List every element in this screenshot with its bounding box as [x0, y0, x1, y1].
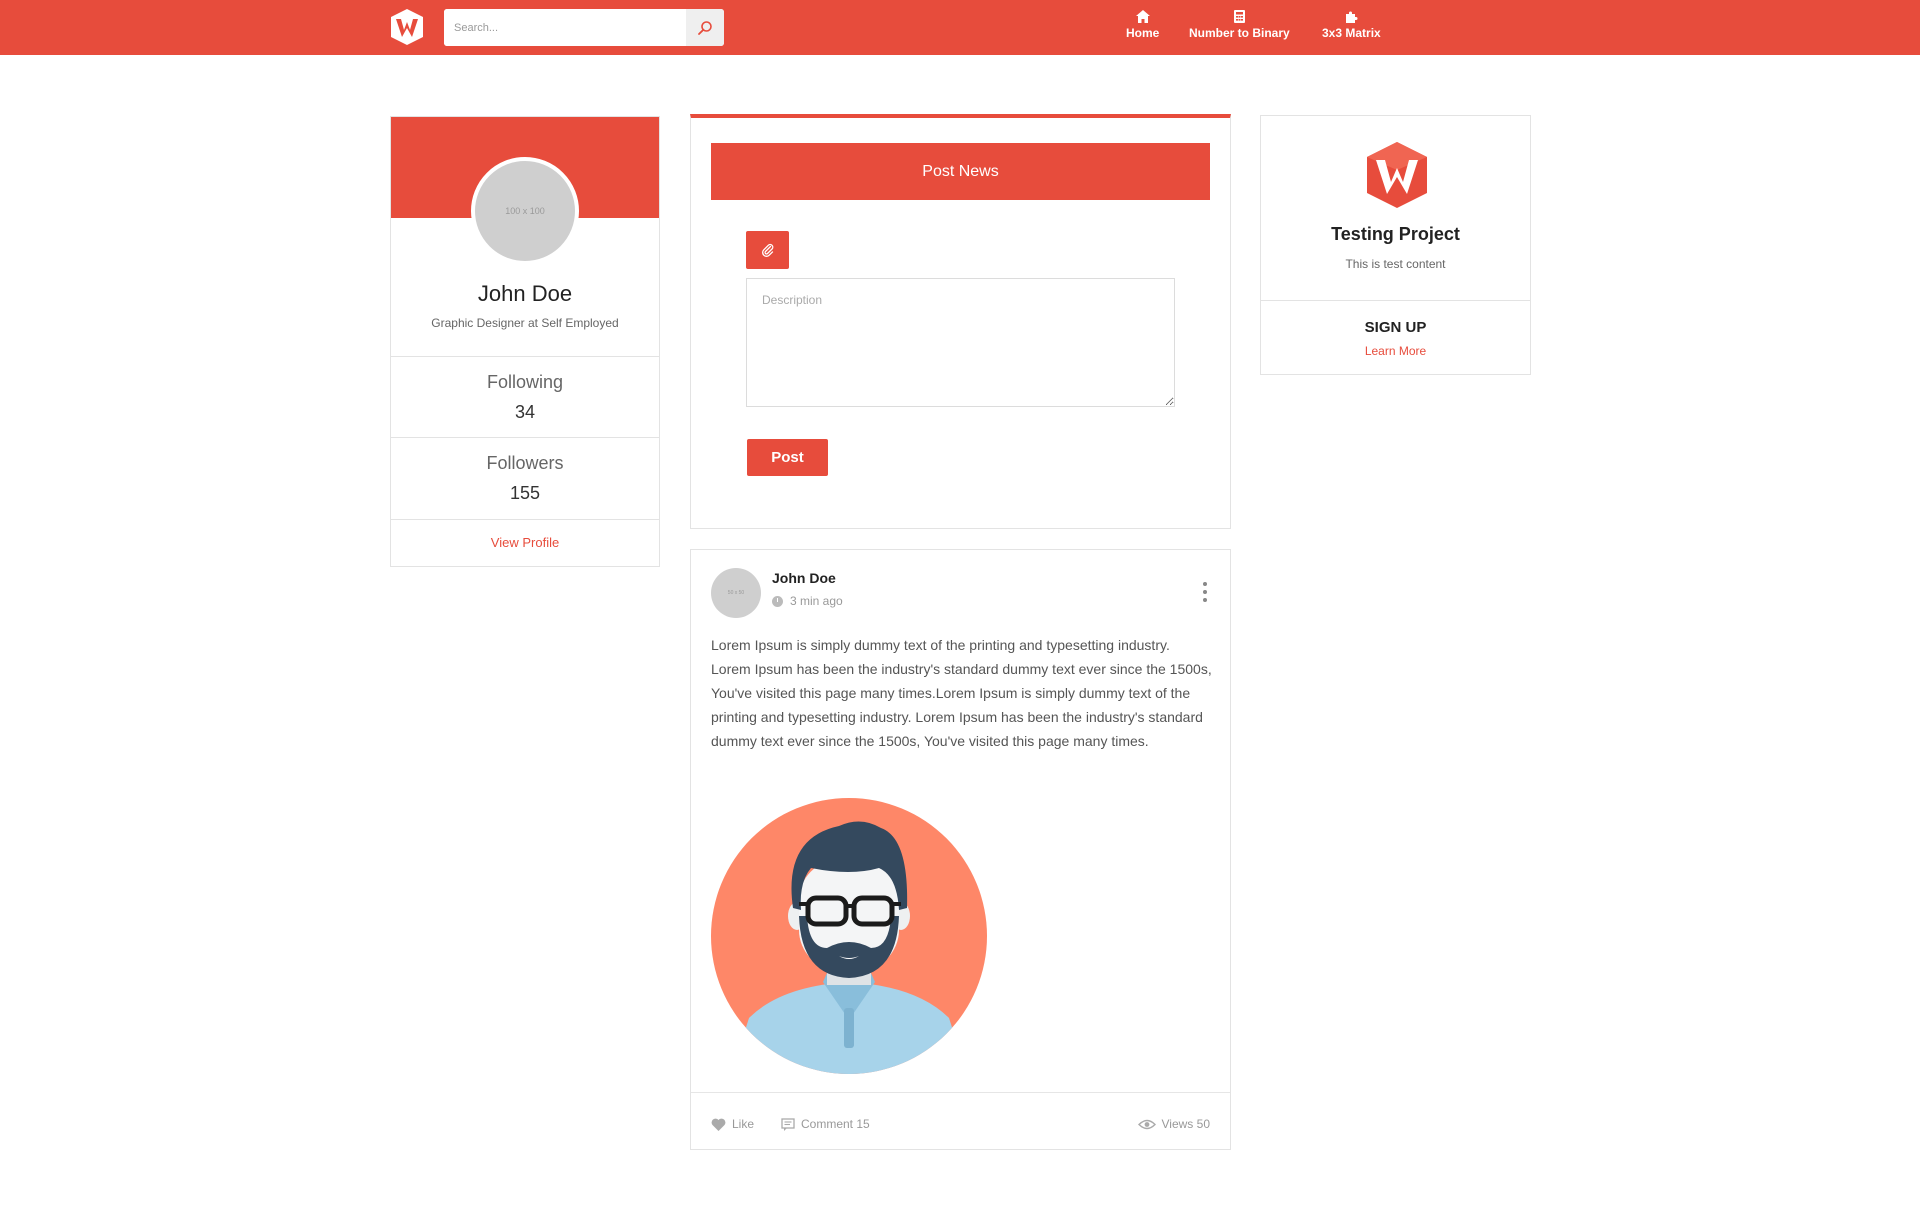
- promo-title: Testing Project: [1331, 224, 1460, 244]
- post-author-avatar[interactable]: 50 x 50: [711, 568, 761, 618]
- post-author-name[interactable]: John Doe: [772, 570, 836, 586]
- feed-post: 50 x 50 John Doe 3 min ago Lorem Ipsum i…: [690, 549, 1231, 1150]
- post-timestamp: 3 min ago: [772, 594, 843, 608]
- nav-3x3-matrix-label: 3x3 Matrix: [1322, 26, 1381, 40]
- clock-icon: [772, 595, 783, 607]
- eye-icon: [1137, 1119, 1156, 1129]
- post-composer: Post News Post: [690, 114, 1231, 529]
- comment-button[interactable]: Comment 15: [781, 1117, 870, 1131]
- nav-number-to-binary[interactable]: Number to Binary: [1189, 10, 1290, 40]
- avatar[interactable]: 100 x 100: [471, 157, 579, 265]
- post-time-text: 3 min ago: [790, 594, 843, 608]
- post-button[interactable]: Post: [747, 439, 828, 476]
- learn-more-link[interactable]: Learn More: [1261, 344, 1530, 358]
- view-profile-link[interactable]: View Profile: [391, 535, 659, 550]
- w-logo-icon[interactable]: [389, 8, 425, 46]
- divider: [391, 437, 659, 438]
- dot: [1203, 582, 1207, 586]
- divider: [1261, 300, 1530, 301]
- nav-3x3-matrix[interactable]: 3x3 Matrix: [1322, 10, 1381, 40]
- search-icon: [698, 20, 712, 35]
- search-input[interactable]: [444, 9, 686, 46]
- like-label: Like: [732, 1117, 755, 1131]
- post-avatar-placeholder-text: 50 x 50: [727, 590, 745, 596]
- promo-card: Testing Project This is test content SIG…: [1260, 115, 1531, 375]
- description-field[interactable]: [746, 278, 1175, 407]
- w-logo-icon: [1364, 140, 1430, 210]
- top-navbar: Home Number to Binary 3x3 Matrix: [0, 0, 1920, 55]
- profile-card: 100 x 100 John Doe Graphic Designer at S…: [390, 116, 660, 567]
- followers-label: Followers: [486, 453, 564, 473]
- nav-home-label: Home: [1126, 26, 1160, 40]
- divider: [391, 356, 659, 357]
- divider: [691, 1092, 1230, 1093]
- views-count: Views 50: [1137, 1117, 1210, 1131]
- nav-number-to-binary-label: Number to Binary: [1189, 26, 1290, 40]
- avatar-placeholder-text: 100 x 100: [505, 206, 545, 216]
- dot: [1203, 590, 1207, 594]
- profile-name: John Doe: [477, 281, 573, 306]
- paperclip-icon: [761, 243, 773, 257]
- comment-label: Comment 15: [801, 1117, 870, 1131]
- promo-subtitle: This is test content: [1345, 257, 1446, 271]
- comment-icon: [781, 1117, 795, 1131]
- home-icon: [1135, 10, 1150, 23]
- sign-up-button[interactable]: SIGN UP: [1261, 319, 1530, 336]
- like-button[interactable]: Like: [711, 1117, 754, 1131]
- puzzle-icon: [1345, 11, 1358, 23]
- post-body-text: Lorem Ipsum is simply dummy text of the …: [711, 637, 1212, 749]
- post-news-button[interactable]: Post News: [711, 143, 1210, 200]
- heart-icon: [711, 1118, 726, 1131]
- post-image: [711, 798, 987, 1074]
- profile-role: Graphic Designer at Self Employed: [431, 316, 619, 330]
- more-options-button[interactable]: [1202, 580, 1208, 604]
- post-news-label: Post News: [922, 162, 999, 180]
- search-button[interactable]: [686, 9, 724, 46]
- attach-button[interactable]: [746, 231, 789, 269]
- following-label: Following: [486, 372, 564, 392]
- divider: [391, 519, 659, 520]
- followers-count: 155: [509, 483, 541, 503]
- nav-home[interactable]: Home: [1126, 10, 1159, 40]
- views-label: Views 50: [1161, 1117, 1210, 1131]
- calculator-icon: [1233, 10, 1245, 23]
- dot: [1203, 598, 1207, 602]
- search-box: [444, 9, 724, 46]
- following-count: 34: [514, 402, 536, 422]
